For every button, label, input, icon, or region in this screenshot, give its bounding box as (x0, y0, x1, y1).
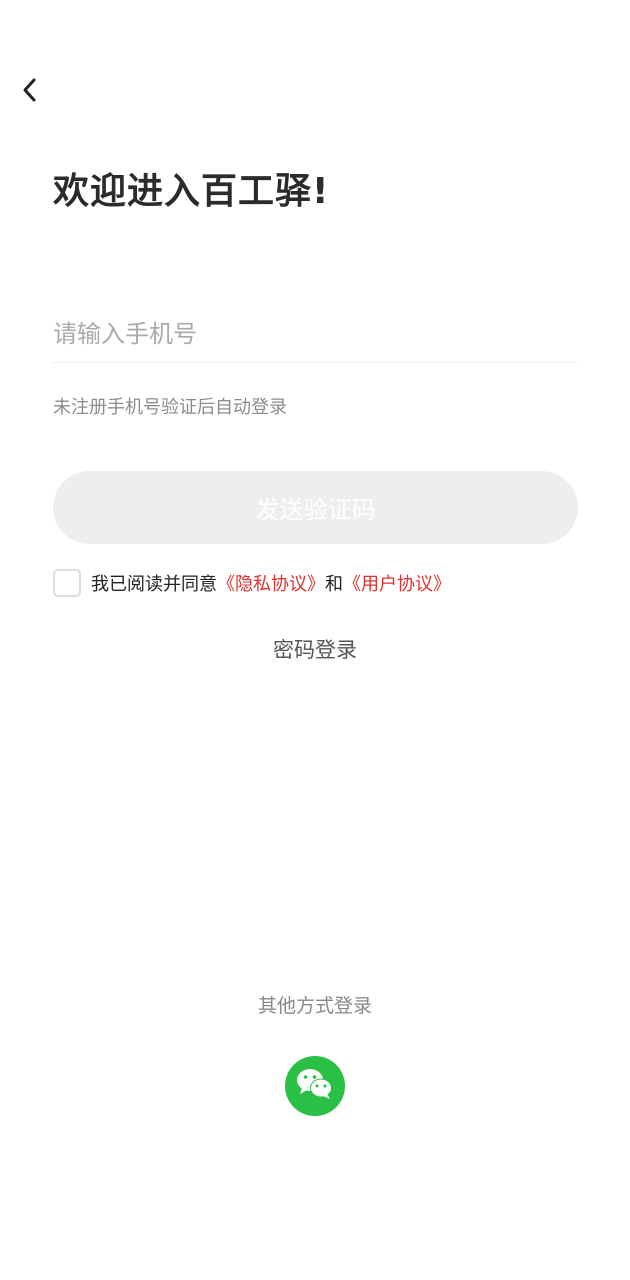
send-code-button[interactable]: 发送验证码 (53, 471, 578, 544)
agreement-prefix: 我已阅读并同意 (91, 574, 217, 595)
user-agreement-link[interactable]: 《用户协议》 (343, 570, 451, 596)
phone-input[interactable] (53, 305, 578, 363)
password-login-row: 密码登录 (0, 634, 630, 664)
agreement-checkbox[interactable] (53, 569, 81, 597)
agreement-conjunction: 和 (325, 574, 343, 595)
wechat-icon (294, 1066, 336, 1106)
password-login-link[interactable]: 密码登录 (273, 638, 357, 662)
back-button[interactable] (12, 72, 48, 112)
privacy-policy-link[interactable]: 《隐私协议》 (217, 570, 325, 596)
send-code-label: 发送验证码 (255, 496, 376, 524)
auto-register-hint: 未注册手机号验证后自动登录 (53, 397, 287, 418)
page-title: 欢迎进入百工驿! (53, 171, 330, 212)
agreement-row: 我已阅读并同意 《隐私协议》 和 《用户协议》 (53, 568, 451, 598)
chevron-left-icon (20, 75, 40, 109)
wechat-login-button[interactable] (285, 1056, 345, 1116)
other-login-label: 其他方式登录 (257, 995, 372, 1017)
